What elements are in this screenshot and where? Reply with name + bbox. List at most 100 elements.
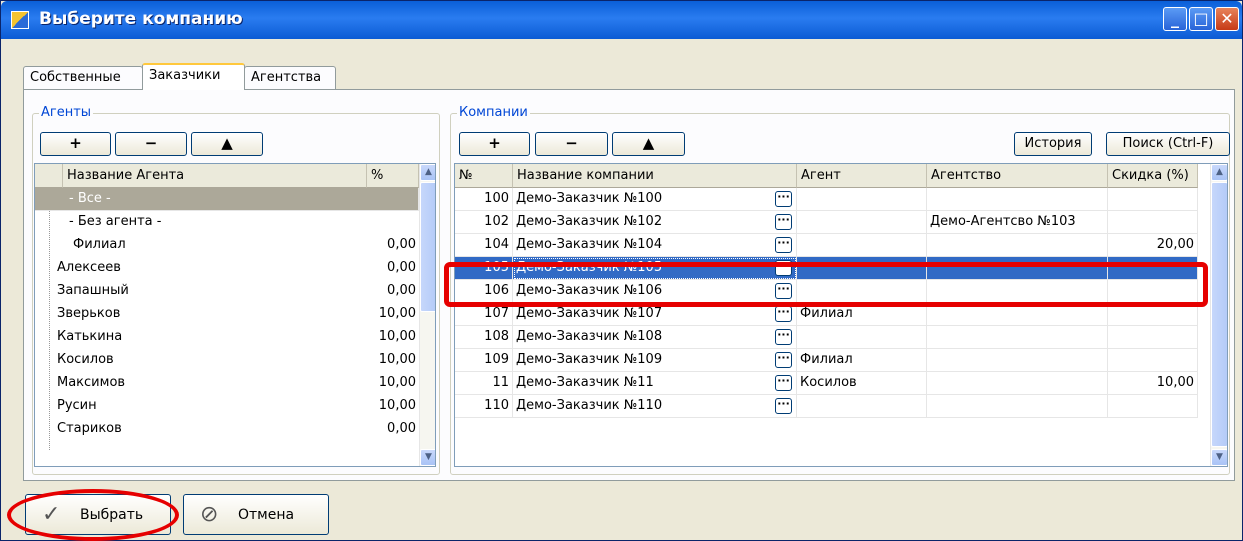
company-discount <box>1108 188 1198 211</box>
company-remove-button[interactable]: − <box>535 132 608 156</box>
ellipsis-icon[interactable]: ··· <box>775 214 792 230</box>
agents-scrollbar[interactable]: ▲ ▼ <box>419 164 435 466</box>
ellipsis-icon[interactable]: ··· <box>775 260 792 276</box>
agent-row[interactable]: Алексеев 0,00 <box>35 257 419 280</box>
agent-pct: 10,00 <box>378 398 416 413</box>
agent-row[interactable]: Филиал 0,00 <box>35 234 419 257</box>
company-agency <box>927 326 1108 349</box>
company-row[interactable]: 106 Демо-Заказчик №106 ··· <box>455 280 1199 303</box>
company-row[interactable]: 100 Демо-Заказчик №100 ··· <box>455 188 1199 211</box>
company-row[interactable]: 107 Демо-Заказчик №107 ··· Филиал <box>455 303 1199 326</box>
agent-name: Филиал <box>73 237 126 252</box>
ellipsis-icon[interactable]: ··· <box>775 283 792 299</box>
agent-name: Стариков <box>57 421 122 436</box>
history-button[interactable]: История <box>1014 132 1092 156</box>
select-button[interactable]: ✓ Выбрать <box>25 494 171 535</box>
tab-own[interactable]: Собственные <box>23 66 143 89</box>
companies-header-name[interactable]: Название компании <box>513 164 797 188</box>
company-name: Демо-Заказчик №106 <box>513 280 797 303</box>
agent-add-button[interactable]: + <box>40 132 111 156</box>
agent-pct: 10,00 <box>378 375 416 390</box>
plus-icon: + <box>69 134 82 152</box>
company-row[interactable]: 108 Демо-Заказчик №108 ··· <box>455 326 1199 349</box>
agent-pct: 10,00 <box>378 329 416 344</box>
minus-icon: − <box>565 134 578 152</box>
ellipsis-icon[interactable]: ··· <box>775 191 792 207</box>
app-icon <box>11 11 29 29</box>
agent-row[interactable]: Косилов 10,00 <box>35 349 419 372</box>
agents-header-pct[interactable]: % <box>367 164 419 188</box>
companies-header-discount[interactable]: Скидка (%) <box>1108 164 1198 188</box>
companies-header-agency[interactable]: Агентство <box>927 164 1108 188</box>
agent-row[interactable]: Максимов 10,00 <box>35 372 419 395</box>
company-agency <box>927 280 1108 303</box>
agents-header-name[interactable]: Название Агента <box>63 164 367 188</box>
agent-row[interactable]: Стариков 0,00 <box>35 418 419 441</box>
company-name: Демо-Заказчик №104 <box>513 234 797 257</box>
search-button[interactable]: Поиск (Ctrl-F) <box>1106 132 1230 156</box>
agent-row[interactable]: - Без агента - <box>35 211 419 234</box>
scroll-up-icon[interactable]: ▲ <box>420 164 435 181</box>
companies-header-no[interactable]: № <box>455 164 513 188</box>
company-name: Демо-Заказчик №105 <box>513 257 797 280</box>
company-discount <box>1108 326 1198 349</box>
company-row-selected[interactable]: 105 Демо-Заказчик №105 ··· <box>455 257 1199 280</box>
company-discount: 20,00 <box>1108 234 1198 257</box>
companies-header-agent[interactable]: Агент <box>797 164 927 188</box>
agent-remove-button[interactable]: − <box>115 132 187 156</box>
agents-group-title: Агенты <box>39 105 94 120</box>
maximize-button[interactable]: □ <box>1189 7 1213 31</box>
company-agency <box>927 349 1108 372</box>
company-row[interactable]: 110 Демо-Заказчик №110 ··· <box>455 395 1199 418</box>
minimize-icon: _ <box>1171 9 1179 28</box>
agent-pct: 0,00 <box>387 237 416 252</box>
company-row[interactable]: 104 Демо-Заказчик №104 ··· 20,00 <box>455 234 1199 257</box>
plus-icon: + <box>488 134 501 152</box>
ellipsis-icon[interactable]: ··· <box>775 375 792 391</box>
ellipsis-icon[interactable]: ··· <box>775 398 792 414</box>
company-row[interactable]: 11 Демо-Заказчик №11 ··· Косилов 10,00 <box>455 372 1199 395</box>
company-no: 106 <box>455 280 513 303</box>
cancel-button[interactable]: ⊘ Отмена <box>183 494 329 535</box>
agent-row[interactable]: Зверьков 10,00 <box>35 303 419 326</box>
company-row[interactable]: 102 Демо-Заказчик №102 ··· Демо-Агентсво… <box>455 211 1199 234</box>
company-discount <box>1108 303 1198 326</box>
close-button[interactable]: ✕ <box>1215 7 1239 31</box>
company-agent: Филиал <box>797 303 927 326</box>
company-discount: 10,00 <box>1108 372 1198 395</box>
agent-row[interactable]: Русин 10,00 <box>35 395 419 418</box>
agent-row[interactable]: Катькина 10,00 <box>35 326 419 349</box>
ellipsis-icon[interactable]: ··· <box>775 352 792 368</box>
company-agent <box>797 395 927 418</box>
scroll-down-icon[interactable]: ▼ <box>420 449 435 466</box>
scroll-thumb[interactable] <box>420 182 435 312</box>
company-up-button[interactable]: ▲ <box>612 132 685 156</box>
scroll-thumb[interactable] <box>1211 182 1227 447</box>
title-bar[interactable]: Выберите компанию _ □ ✕ <box>1 1 1242 39</box>
agent-pct: 0,00 <box>387 283 416 298</box>
ellipsis-icon[interactable]: ··· <box>775 306 792 322</box>
tab-agencies[interactable]: Агентства <box>244 66 336 89</box>
company-no: 109 <box>455 349 513 372</box>
company-agent <box>797 211 927 234</box>
minimize-button[interactable]: _ <box>1163 7 1187 31</box>
ellipsis-icon[interactable]: ··· <box>775 329 792 345</box>
agent-row[interactable]: - Все - <box>35 188 419 211</box>
company-row[interactable]: 109 Демо-Заказчик №109 ··· Филиал <box>455 349 1199 372</box>
company-add-button[interactable]: + <box>459 132 530 156</box>
scroll-up-icon[interactable]: ▲ <box>1211 164 1227 181</box>
company-discount <box>1108 395 1198 418</box>
window-title: Выберите компанию <box>39 9 243 29</box>
scroll-down-icon[interactable]: ▼ <box>1211 449 1227 466</box>
company-name: Демо-Заказчик №11 <box>513 372 797 395</box>
agent-name: Алексеев <box>57 260 121 275</box>
company-name: Демо-Заказчик №109 <box>513 349 797 372</box>
companies-grid: № Название компании Агент Агентство Скид… <box>454 163 1228 467</box>
agent-row[interactable]: Запашный 0,00 <box>35 280 419 303</box>
agent-pct: 10,00 <box>378 306 416 321</box>
companies-scrollbar[interactable]: ▲ ▼ <box>1210 164 1227 466</box>
ellipsis-icon[interactable]: ··· <box>775 237 792 253</box>
agent-up-button[interactable]: ▲ <box>191 132 263 156</box>
company-no: 105 <box>455 257 513 280</box>
tab-customers[interactable]: Заказчики <box>142 63 245 90</box>
